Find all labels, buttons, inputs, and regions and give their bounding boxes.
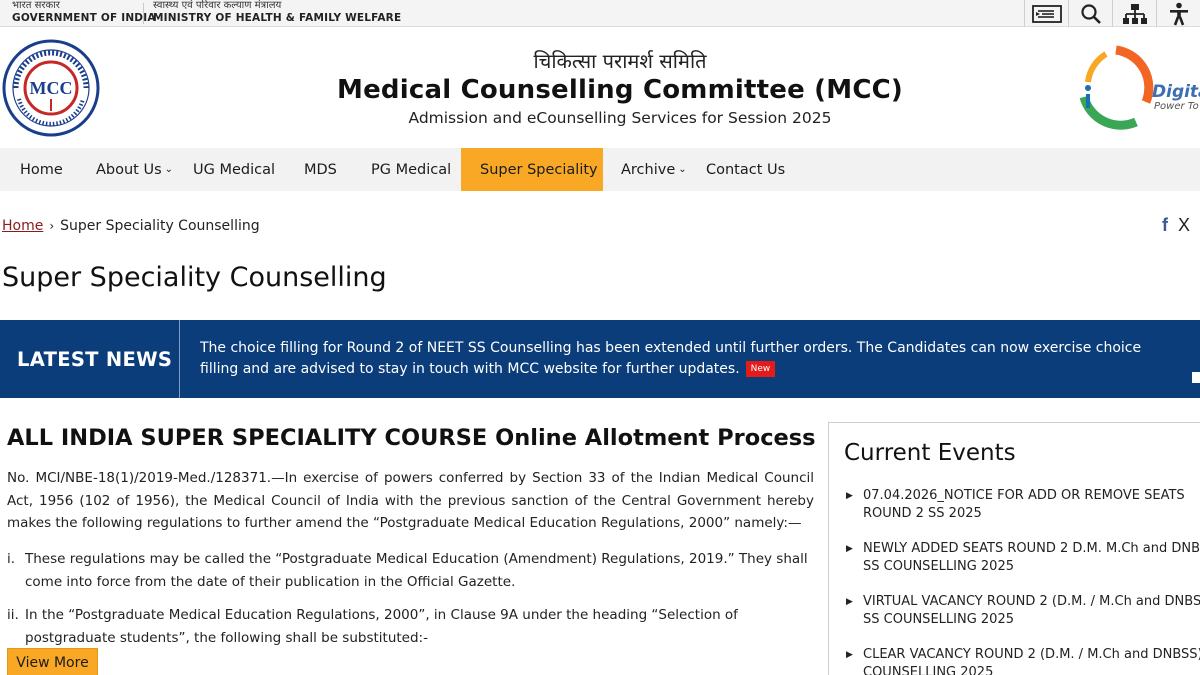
- gov-india-label: भारत सरकार GOVERNMENT OF INDIA: [12, 0, 156, 24]
- nav-archive-label: Archive: [621, 161, 676, 178]
- regulation-paragraph: No. MCI/NBE-18(1)/2019-Med./128371.—In e…: [7, 470, 814, 531]
- triangle-right-icon: ▶: [846, 491, 853, 501]
- event-link[interactable]: ▶ 07.04.2026_NOTICE FOR ADD OR REMOVE SE…: [846, 487, 1200, 523]
- list-item-number: i.: [7, 551, 16, 567]
- event-line-2: SS COUNSELLING 2025: [863, 559, 1014, 574]
- digital-india-emblem-icon: [1079, 45, 1154, 130]
- site-title: Medical Counselling Committee (MCC): [337, 75, 903, 105]
- nav-contact-us[interactable]: Contact Us: [687, 148, 804, 191]
- search-icon: [1080, 3, 1101, 24]
- nav-super-speciality-label: Super Speciality: [480, 161, 598, 178]
- social-links: f X: [1162, 215, 1190, 236]
- list-item-number: ii.: [7, 607, 19, 623]
- event-line-1: CLEAR VACANCY ROUND 2 (D.M. / M.Ch and D…: [863, 647, 1200, 662]
- news-pause-icon[interactable]: [1192, 372, 1200, 383]
- site-header: MCC चिकित्सा परामर्श समिति Medical Couns…: [0, 27, 1200, 148]
- skip-to-content-button[interactable]: [1024, 0, 1068, 27]
- gov-india-english: GOVERNMENT OF INDIA: [12, 12, 156, 24]
- event-line-2: ROUND 2 SS 2025: [863, 506, 982, 521]
- triangle-right-icon: ▶: [846, 650, 853, 660]
- digital-india-text: Digital: [1152, 82, 1200, 102]
- event-line-2: SS COUNSELLING 2025: [863, 612, 1014, 627]
- news-ticker-item[interactable]: The choice filling for Round 2 of NEET S…: [200, 338, 1160, 380]
- ministry-hindi: स्वास्थ्य एवं परिवार कल्याण मंत्रालय: [153, 0, 282, 11]
- event-line-2: COUNSELLING 2025: [863, 665, 994, 675]
- new-badge: New: [745, 361, 776, 377]
- latest-news-label: LATEST NEWS: [0, 320, 180, 398]
- main-nav: Home About Us ⌄ UG Medical MDS PG Medical…: [0, 148, 1200, 191]
- nav-home[interactable]: Home: [1, 148, 82, 191]
- triangle-right-icon: ▶: [846, 544, 853, 554]
- latest-news-banner: LATEST NEWS The choice filling for Round…: [0, 320, 1200, 398]
- gov-top-bar: भारत सरकार GOVERNMENT OF INDIA स्वास्थ्य…: [0, 0, 1200, 27]
- chevron-right-icon: ›: [49, 219, 55, 233]
- accessibility-icon: [1169, 2, 1188, 25]
- sitemap-button[interactable]: [1112, 0, 1156, 27]
- x-twitter-icon[interactable]: X: [1178, 215, 1190, 236]
- breadcrumb: Home › Super Speciality Counselling: [2, 218, 260, 234]
- news-text: The choice filling for Round 2 of NEET S…: [200, 340, 1142, 377]
- chevron-down-icon: ⌄: [678, 164, 687, 175]
- current-events-heading: Current Events: [844, 440, 1016, 466]
- event-link[interactable]: ▶ CLEAR VACANCY ROUND 2 (D.M. / M.Ch and…: [846, 646, 1200, 675]
- skip-to-content-icon: [1031, 4, 1062, 23]
- ministry-label: स्वास्थ्य एवं परिवार कल्याण मंत्रालय MIN…: [153, 0, 401, 24]
- nav-home-label: Home: [20, 161, 63, 178]
- nav-contact-us-label: Contact Us: [706, 161, 786, 178]
- list-item: ii. In the “Postgraduate Medical Educati…: [7, 604, 814, 649]
- nav-ug-medical-label: UG Medical: [193, 161, 276, 178]
- nav-ug-medical[interactable]: UG Medical: [174, 148, 294, 191]
- digital-india-logo[interactable]: Digital Power To E: [1076, 42, 1200, 134]
- section-heading: ALL INDIA SUPER SPECIALITY COURSE Online…: [7, 425, 816, 451]
- gov-india-hindi: भारत सरकार: [12, 0, 60, 11]
- list-item-text: In the “Postgraduate Medical Education R…: [25, 607, 738, 646]
- gov-divider: [143, 3, 144, 24]
- nav-pg-medical[interactable]: PG Medical: [352, 148, 470, 191]
- gov-tools: [1024, 0, 1200, 27]
- triangle-right-icon: ▶: [846, 597, 853, 607]
- nav-about-us-label: About Us: [96, 161, 162, 178]
- event-line-1: NEWLY ADDED SEATS ROUND 2 D.M. M.Ch and …: [863, 541, 1200, 556]
- site-subtitle: Admission and eCounselling Services for …: [408, 109, 832, 127]
- nav-mds[interactable]: MDS: [285, 148, 356, 191]
- current-events-panel: Current Events ▶ 07.04.2026_NOTICE FOR A…: [828, 422, 1200, 675]
- event-line-1: 07.04.2026_NOTICE FOR ADD OR REMOVE SEAT…: [863, 488, 1185, 503]
- regulation-list: i. These regulations may be called the “…: [7, 548, 814, 660]
- list-item: i. These regulations may be called the “…: [7, 548, 814, 593]
- current-events-list: ▶ 07.04.2026_NOTICE FOR ADD OR REMOVE SE…: [846, 487, 1200, 675]
- nav-super-speciality[interactable]: Super Speciality: [461, 148, 603, 191]
- view-more-button[interactable]: View More: [7, 648, 98, 675]
- event-line-1: VIRTUAL VACANCY ROUND 2 (D.M. / M.Ch and…: [863, 594, 1200, 609]
- search-button[interactable]: [1068, 0, 1112, 27]
- accessibility-button[interactable]: [1156, 0, 1200, 27]
- list-item-text: These regulations may be called the “Pos…: [25, 551, 808, 590]
- page-title: Super Speciality Counselling: [2, 262, 387, 293]
- event-link[interactable]: ▶ NEWLY ADDED SEATS ROUND 2 D.M. M.Ch an…: [846, 540, 1200, 576]
- facebook-icon[interactable]: f: [1162, 215, 1168, 236]
- breadcrumb-current: Super Speciality Counselling: [60, 218, 260, 234]
- breadcrumb-home-link[interactable]: Home: [2, 218, 43, 234]
- chevron-down-icon: ⌄: [164, 164, 174, 175]
- ministry-english: MINISTRY OF HEALTH & FAMILY WELFARE: [153, 12, 402, 24]
- event-link[interactable]: ▶ VIRTUAL VACANCY ROUND 2 (D.M. / M.Ch a…: [846, 593, 1200, 629]
- site-title-hindi: चिकित्सा परामर्श समिति: [533, 49, 707, 73]
- nav-pg-medical-label: PG Medical: [371, 161, 452, 178]
- digital-india-tagline: Power To E: [1154, 101, 1200, 112]
- nav-mds-label: MDS: [304, 161, 337, 178]
- sitemap-icon: [1122, 3, 1147, 24]
